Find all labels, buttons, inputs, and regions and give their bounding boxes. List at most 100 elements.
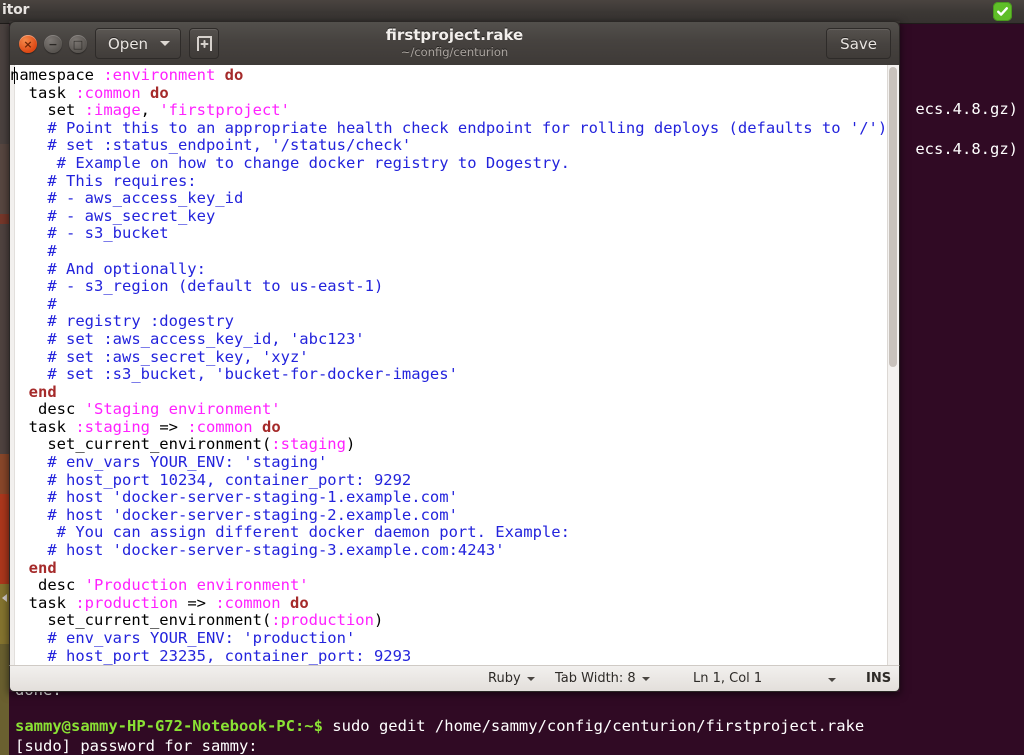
insert-mode-indicator[interactable]: INS bbox=[866, 671, 891, 686]
tab-width-label: Tab Width: 8 bbox=[555, 671, 636, 686]
scrollbar-thumb[interactable] bbox=[889, 67, 897, 367]
terminal-prompt-user: sammy@sammy-HP-G72-Notebook-PC:~$ bbox=[15, 717, 323, 735]
chevron-down-icon bbox=[526, 676, 535, 681]
code-token: desc bbox=[10, 576, 85, 595]
source-code-text[interactable]: namespace :environment do task :common d… bbox=[10, 66, 888, 665]
code-line: # bbox=[10, 242, 887, 261]
code-token: # env_vars YOUR_ENV: 'production' bbox=[10, 629, 356, 647]
chevron-down-icon[interactable] bbox=[828, 678, 836, 682]
code-token: # registry :dogestry bbox=[10, 312, 234, 331]
code-token: do bbox=[150, 83, 169, 102]
code-token: # Example on how to change docker regist… bbox=[10, 153, 570, 172]
code-line: # set :aws_secret_key, 'xyz' bbox=[10, 347, 887, 367]
code-line: # bbox=[10, 294, 887, 314]
window-minimize-button[interactable]: − bbox=[44, 35, 62, 53]
open-button-label: Open bbox=[108, 34, 149, 53]
code-line: # Point this to an appropriate health ch… bbox=[10, 118, 888, 138]
top-panel-window-title: itor bbox=[2, 2, 30, 18]
code-token: # set :status_endpoint, '/status/check' bbox=[10, 136, 412, 155]
code-token: => bbox=[149, 417, 188, 436]
window-maximize-button[interactable]: □ bbox=[69, 35, 87, 53]
new-document-icon bbox=[196, 35, 212, 51]
code-token: # Point this to an appropriate health ch… bbox=[10, 118, 888, 137]
code-token: :common bbox=[215, 593, 281, 612]
code-token: # host 'docker-server-staging-2.example.… bbox=[10, 505, 458, 524]
save-button[interactable]: Save bbox=[826, 28, 891, 59]
checkmark-ok-icon[interactable] bbox=[993, 2, 1012, 21]
code-token: 'firstproject' bbox=[159, 101, 290, 120]
code-token: task bbox=[10, 417, 76, 436]
code-line: end bbox=[10, 383, 887, 402]
editor-area[interactable]: namespace :environment do task :common d… bbox=[9, 65, 900, 665]
code-token: :production bbox=[75, 593, 178, 612]
code-token: :common bbox=[187, 417, 253, 436]
code-line: task :common do bbox=[10, 83, 887, 103]
code-token: desc bbox=[10, 400, 85, 419]
gedit-status-bar: Ruby Tab Width: 8 Ln 1, Col 1 INS bbox=[9, 665, 900, 692]
code-line: end bbox=[10, 558, 887, 578]
code-line: set_current_environment(:production) bbox=[10, 612, 887, 630]
code-token: # set :aws_secret_key, 'xyz' bbox=[10, 347, 309, 366]
code-token: ) bbox=[373, 611, 384, 630]
tab-width-selector[interactable]: Tab Width: 8 bbox=[555, 671, 650, 686]
code-token: do bbox=[224, 66, 244, 84]
code-token: # host 'docker-server-staging-3.example.… bbox=[10, 541, 505, 560]
code-token: # - aws_access_key_id bbox=[10, 189, 244, 208]
terminal-output-line: ecs.4.8.gz) bbox=[915, 100, 1018, 118]
code-line: # registry :dogestry bbox=[10, 313, 887, 331]
new-document-button[interactable] bbox=[189, 28, 219, 59]
code-line: # host_port 23235, container_port: 9293 bbox=[10, 646, 887, 665]
code-token: :image bbox=[84, 101, 141, 120]
code-token: # host_port 10234, container_port: 9292 bbox=[10, 470, 412, 489]
code-token: do bbox=[261, 417, 281, 436]
gedit-titlebar[interactable]: × − □ Open firstproject.rake ~/config/ce… bbox=[9, 21, 900, 65]
code-line: # set :status_endpoint, '/status/check' bbox=[10, 137, 887, 155]
chevron-down-icon bbox=[160, 41, 171, 46]
code-token: # And optionally: bbox=[10, 259, 206, 278]
code-line: # - aws_access_key_id bbox=[10, 189, 887, 208]
code-line: # env_vars YOUR_ENV: 'staging' bbox=[10, 453, 887, 472]
code-line: # - s3_region (default to us-east-1) bbox=[10, 277, 887, 296]
code-token: , bbox=[140, 101, 160, 120]
language-selector[interactable]: Ruby bbox=[488, 671, 535, 686]
code-token: # You can assign different docker daemon… bbox=[10, 523, 570, 542]
code-line: # set :s3_bucket, 'bucket-for-docker-ima… bbox=[10, 365, 887, 384]
code-token: end bbox=[10, 558, 57, 577]
code-line: set_current_environment(:staging) bbox=[10, 436, 887, 454]
launcher-active-arrow-icon bbox=[2, 594, 7, 602]
code-token: # This requires: bbox=[10, 171, 197, 190]
code-line: namespace :environment do bbox=[10, 66, 887, 85]
code-token: => bbox=[177, 593, 216, 612]
window-close-button[interactable]: × bbox=[19, 35, 37, 53]
gedit-window[interactable]: × − □ Open firstproject.rake ~/config/ce… bbox=[9, 21, 900, 692]
code-line: # host 'docker-server-staging-2.example.… bbox=[10, 505, 887, 525]
code-token: # set :s3_bucket, 'bucket-for-docker-ima… bbox=[10, 365, 458, 384]
minimize-icon: − bbox=[48, 37, 58, 51]
code-token: # bbox=[10, 294, 57, 313]
code-token: 'Production environment' bbox=[84, 576, 309, 595]
code-token: :staging bbox=[271, 435, 346, 454]
code-token: # env_vars YOUR_ENV: 'staging' bbox=[10, 453, 328, 472]
code-token: set bbox=[10, 101, 85, 120]
code-token: :production bbox=[271, 611, 374, 630]
terminal-prompt-command: sudo gedit /home/sammy/config/centurion/… bbox=[322, 717, 865, 735]
unity-launcher[interactable] bbox=[0, 24, 9, 755]
code-line: # You can assign different docker daemon… bbox=[10, 524, 887, 542]
code-token: # host_port 23235, container_port: 9293 bbox=[10, 646, 412, 665]
code-line: task :production => :common do bbox=[10, 593, 887, 613]
cursor-position: Ln 1, Col 1 bbox=[693, 671, 762, 686]
save-button-label: Save bbox=[840, 34, 877, 53]
code-line: # And optionally: bbox=[10, 259, 887, 279]
code-line: set :image, 'firstproject' bbox=[10, 101, 887, 120]
cursor-position-label: Ln 1, Col 1 bbox=[693, 671, 763, 686]
code-token: task bbox=[10, 83, 76, 102]
editor-vertical-scrollbar[interactable] bbox=[887, 65, 899, 665]
terminal-prompt-line: sammy@sammy-HP-G72-Notebook-PC:~$ sudo g… bbox=[15, 716, 864, 736]
code-line: # set :aws_access_key_id, 'abc123' bbox=[10, 330, 887, 349]
code-token: do bbox=[289, 593, 309, 612]
open-file-button[interactable]: Open bbox=[95, 28, 182, 59]
code-token: 'Staging environment' bbox=[84, 400, 281, 419]
chevron-down-icon bbox=[641, 676, 650, 681]
code-token: :environment bbox=[103, 66, 216, 84]
